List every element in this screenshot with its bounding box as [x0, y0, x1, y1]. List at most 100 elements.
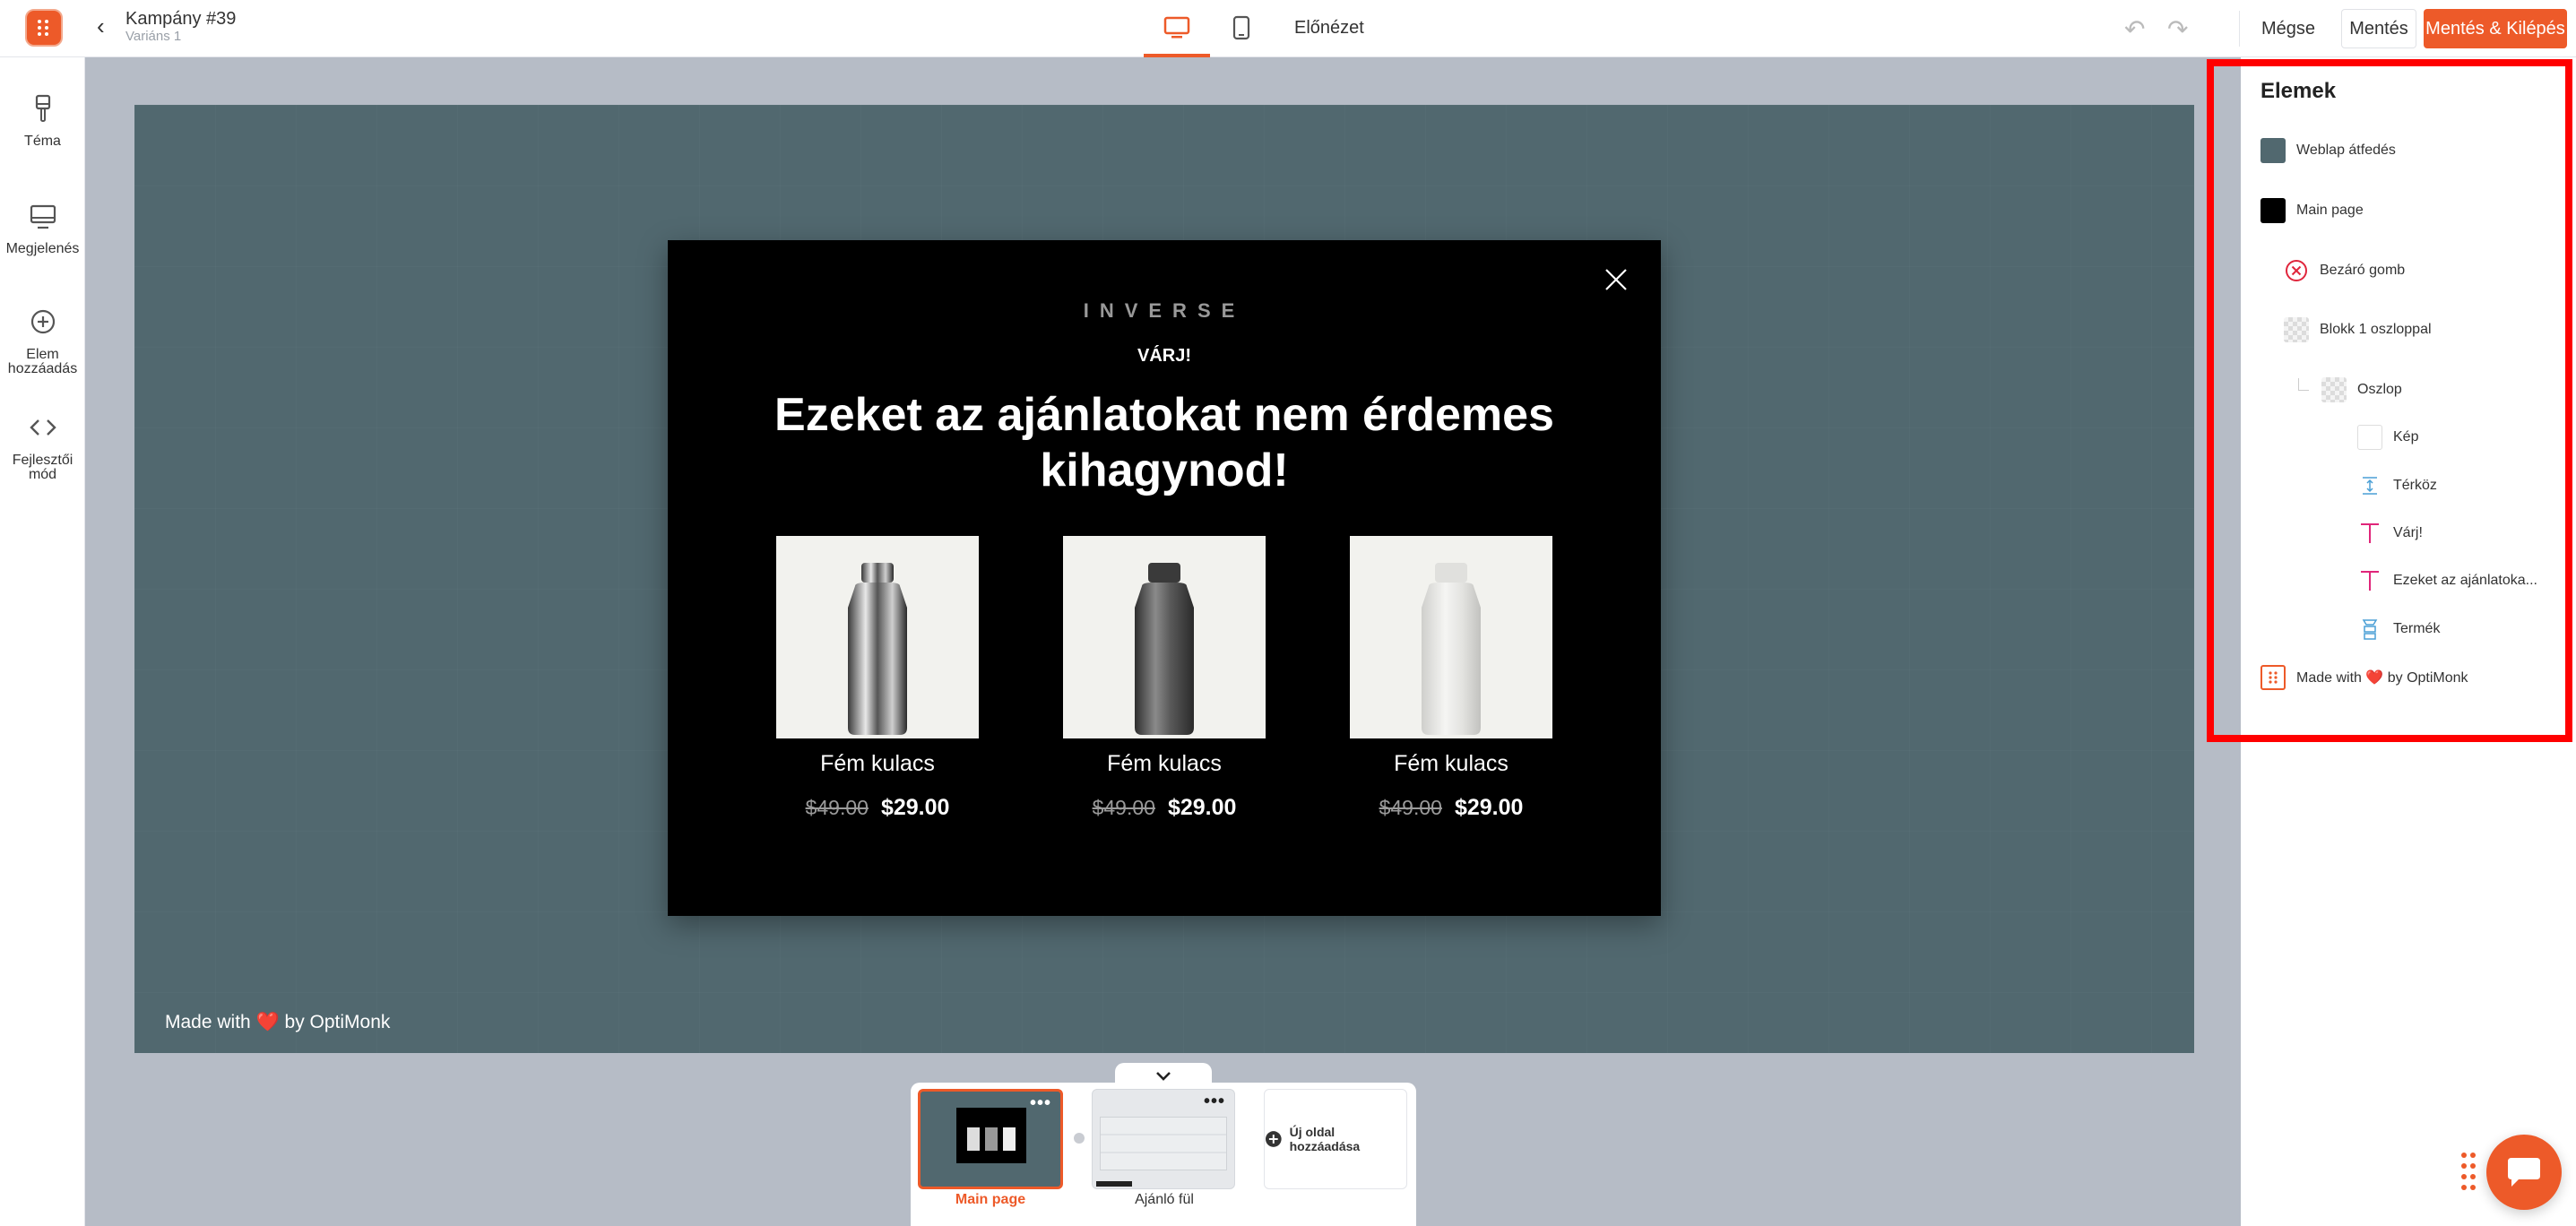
- page-label-offer[interactable]: Ajánló fül: [1085, 1192, 1244, 1208]
- product-prices: $49.00 $29.00: [1350, 795, 1552, 821]
- layer-label: Ezeket az ajánlatoka...: [2393, 573, 2537, 588]
- bottle-image: [1135, 563, 1194, 735]
- mobile-view-button[interactable]: [1212, 0, 1271, 57]
- close-icon[interactable]: [1600, 263, 1632, 296]
- brush-icon: [35, 94, 50, 122]
- overlay-swatch: [2260, 138, 2286, 163]
- product-icon: [2362, 619, 2378, 640]
- more-options-icon[interactable]: •••: [1030, 1094, 1051, 1112]
- layer-label: Oszlop: [2357, 382, 2402, 397]
- mobile-icon: [1232, 15, 1250, 40]
- made-with-optimonk-footer[interactable]: Made with ❤️ by OptiMonk: [165, 1012, 390, 1033]
- add-page-label: Új oldal hozzáadása: [1289, 1125, 1361, 1153]
- layer-label: Termék: [2393, 621, 2441, 636]
- chevron-down-icon: [1156, 1072, 1171, 1081]
- layer-label: Térköz: [2393, 478, 2437, 493]
- sidebar-item-appearance[interactable]: Megjelenés: [0, 201, 85, 256]
- grid-dots-icon: [2269, 671, 2278, 684]
- layer-text-headline[interactable]: Ezeket az ajánlatoka...: [2357, 566, 2537, 595]
- layer-image[interactable]: Kép: [2357, 423, 2418, 452]
- sidebar-item-add-element[interactable]: Elem hozzáadás: [0, 306, 85, 376]
- column-icon: [2321, 377, 2347, 402]
- product-card[interactable]: Fém kulacs $49.00 $29.00: [776, 536, 979, 821]
- popup-main-page[interactable]: INVERSE VÁRJ! Ezeket az ajánlatokat nem …: [668, 240, 1661, 916]
- sidebar-item-label: Téma: [24, 134, 61, 149]
- product-image: [776, 536, 979, 738]
- product-name: Fém kulacs: [820, 751, 935, 776]
- original-price: $49.00: [1092, 796, 1155, 819]
- sale-price: $29.00: [1454, 795, 1524, 820]
- layer-page-overlay[interactable]: Weblap átfedés: [2260, 136, 2396, 165]
- drag-handle-icon[interactable]: [2459, 1151, 2477, 1192]
- more-options-icon[interactable]: •••: [1204, 1092, 1225, 1110]
- plus-circle-icon: [1265, 1131, 1282, 1147]
- product-name: Fém kulacs: [1394, 751, 1508, 776]
- thumbnail-preview: [956, 1108, 1026, 1163]
- layer-block[interactable]: Blokk 1 oszloppal: [2284, 315, 2432, 344]
- product-prices: $49.00 $29.00: [776, 795, 979, 821]
- page-connector-dot: [1074, 1133, 1085, 1144]
- layer-close-button[interactable]: Bezáró gomb: [2284, 256, 2405, 285]
- preview-button[interactable]: Előnézet: [1294, 18, 1364, 39]
- sidebar-item-developer-mode[interactable]: Fejlesztői mód: [0, 412, 85, 482]
- brand-logo[interactable]: INVERSE: [668, 299, 1661, 323]
- spacer-icon: [2363, 477, 2377, 495]
- optimonk-logo[interactable]: [25, 9, 63, 47]
- close-circle-icon: [2286, 260, 2307, 281]
- layer-spacer[interactable]: Térköz: [2357, 471, 2437, 500]
- sidebar-item-label: Megjelenés: [5, 241, 80, 256]
- bottle-image: [848, 563, 907, 735]
- plus-circle-icon: [30, 309, 55, 334]
- divider: [2239, 11, 2240, 47]
- layer-main-page[interactable]: Main page: [2260, 196, 2364, 225]
- layer-label: Made with ❤️ by OptiMonk: [2296, 670, 2468, 686]
- back-chevron-icon[interactable]: ‹: [97, 14, 105, 38]
- save-button[interactable]: Mentés: [2341, 9, 2416, 48]
- redo-icon[interactable]: ↷: [2167, 14, 2188, 44]
- original-price: $49.00: [1379, 796, 1442, 819]
- layer-column[interactable]: Oszlop: [2321, 376, 2402, 404]
- campaign-title[interactable]: Kampány #39: [125, 9, 236, 30]
- sidebar-item-theme[interactable]: Téma: [0, 93, 85, 149]
- cancel-button[interactable]: Mégse: [2250, 9, 2327, 48]
- bottle-image: [1422, 563, 1481, 735]
- text-icon: [2361, 571, 2379, 591]
- layer-label: Blokk 1 oszloppal: [2320, 322, 2432, 337]
- product-card[interactable]: Fém kulacs $49.00 $29.00: [1350, 536, 1552, 821]
- desktop-view-button[interactable]: [1144, 0, 1210, 57]
- undo-icon[interactable]: ↶: [2124, 14, 2145, 44]
- save-and-exit-button[interactable]: Mentés & Kilépés: [2424, 9, 2567, 48]
- layer-label: Kép: [2393, 429, 2419, 445]
- layer-label: Várj!: [2393, 525, 2423, 540]
- grid-dots-icon: [38, 20, 48, 36]
- page-thumbnail-main[interactable]: •••: [918, 1089, 1063, 1189]
- layer-product[interactable]: Termék: [2357, 615, 2440, 643]
- top-bar: ‹ Kampány #39 Variáns 1 Előnézet ↶ ↷ Még…: [0, 0, 2576, 57]
- chat-icon: [2508, 1158, 2540, 1187]
- variant-label: Variáns 1: [125, 29, 182, 44]
- layer-optimonk-badge[interactable]: Made with ❤️ by OptiMonk: [2260, 663, 2468, 692]
- thumbnail-preview: [1100, 1117, 1227, 1170]
- thumbnail-product: [967, 1127, 980, 1151]
- left-sidebar: Téma Megjelenés Elem hozzáadás Fejlesztő…: [0, 57, 85, 1226]
- page-label-main[interactable]: Main page: [911, 1192, 1070, 1208]
- thumbnail-product: [1003, 1127, 1016, 1151]
- popup-headline[interactable]: Ezeket az ajánlatokat nem érdemes kihagy…: [757, 387, 1571, 498]
- sidebar-item-label: Fejlesztői mód: [12, 453, 73, 482]
- page-swatch: [2260, 198, 2286, 223]
- add-page-button[interactable]: Új oldal hozzáadása: [1264, 1089, 1407, 1189]
- sale-price: $29.00: [880, 795, 950, 820]
- monitor-icon: [30, 204, 56, 229]
- wait-text[interactable]: VÁRJ!: [668, 346, 1661, 367]
- layer-text-wait[interactable]: Várj!: [2357, 519, 2423, 548]
- product-prices: $49.00 $29.00: [1063, 795, 1266, 821]
- product-name: Fém kulacs: [1107, 751, 1222, 776]
- layer-label: Main page: [2296, 203, 2364, 218]
- chat-button[interactable]: [2486, 1135, 2562, 1210]
- thumbnail-product: [985, 1127, 998, 1151]
- tree-connector: [2298, 378, 2309, 391]
- page-thumbnail-offer[interactable]: •••: [1092, 1089, 1235, 1189]
- desktop-icon: [1163, 16, 1190, 39]
- product-card[interactable]: Fém kulacs $49.00 $29.00: [1063, 536, 1266, 821]
- layer-label: Bezáró gomb: [2320, 263, 2406, 278]
